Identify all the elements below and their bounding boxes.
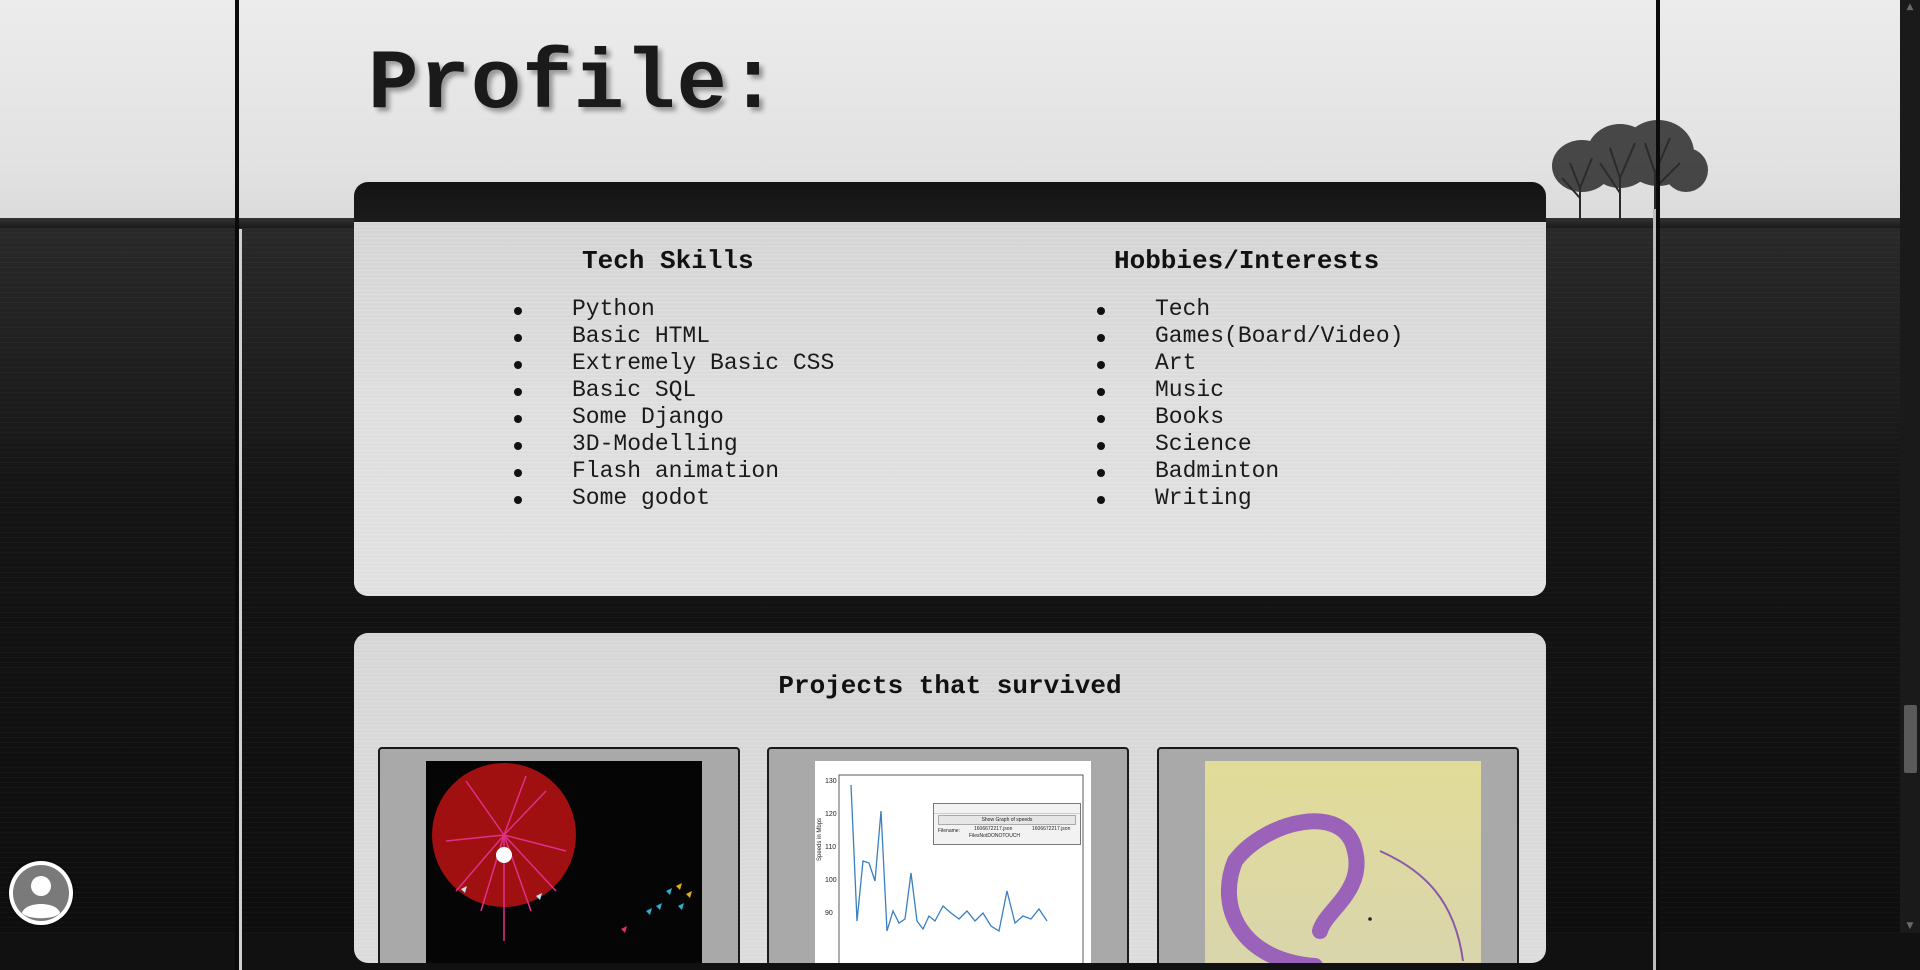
y-tick-label: 130 (825, 778, 837, 785)
list-item: 3D-Modelling (514, 431, 834, 458)
list-item: Science (1097, 431, 1403, 458)
mini-window-titlebar (934, 804, 1080, 814)
y-tick-label: 120 (825, 811, 837, 818)
projects-heading: Projects that survived (778, 671, 1122, 701)
scrollbar-thumb[interactable] (1904, 705, 1917, 773)
project-tile[interactable] (378, 747, 740, 963)
mini-window: Show Graph of speeds Filename: 160667221… (933, 803, 1081, 845)
list-item: Basic SQL (514, 377, 834, 404)
list-item: Art (1097, 350, 1403, 377)
list-item: Badminton (1097, 458, 1403, 485)
page-title: Profile: (368, 38, 780, 133)
y-tick-label: 110 (825, 844, 837, 851)
scroll-down-icon[interactable]: ▼ (1900, 919, 1920, 933)
list-item: Python (514, 296, 834, 323)
y-tick-label: 90 (825, 910, 833, 917)
card-body: Tech Skills Python Basic HTML Extremely … (354, 222, 1546, 596)
list-item: Games(Board/Video) (1097, 323, 1403, 350)
list-item: Books (1097, 404, 1403, 431)
y-axis-label: Speeds in Mbps (817, 817, 823, 861)
project-tile[interactable] (1157, 747, 1519, 963)
projects-card: Projects that survived Speeds in Mbps 13… (354, 633, 1546, 963)
scroll-up-icon[interactable]: ▲ (1900, 0, 1920, 14)
list-item: Some godot (514, 485, 834, 512)
filename-value: 1606672217.json (1032, 826, 1071, 832)
list-item: Extremely Basic CSS (514, 350, 834, 377)
tech-skills-heading: Tech Skills (582, 246, 754, 276)
filename-value: 1606672217.json (974, 826, 1013, 832)
card-dark-band (354, 182, 1546, 226)
user-avatar-icon[interactable] (9, 861, 73, 925)
hobbies-list: Tech Games(Board/Video) Art Music Books … (1097, 296, 1403, 512)
hobbies-heading: Hobbies/Interests (1114, 246, 1380, 276)
list-item: Basic HTML (514, 323, 834, 350)
list-item: Flash animation (514, 458, 834, 485)
page-scrollbar[interactable]: ▲ ▼ (1900, 0, 1920, 933)
show-graph-button: Show Graph of speeds (938, 815, 1076, 825)
list-item: Some Django (514, 404, 834, 431)
y-tick-label: 100 (825, 877, 837, 884)
project-tile[interactable]: Speeds in Mbps 130 120 110 100 90 Show G… (767, 747, 1129, 963)
skills-card: Tech Skills Python Basic HTML Extremely … (354, 182, 1546, 596)
list-item: Tech (1097, 296, 1403, 323)
list-item: Music (1097, 377, 1403, 404)
tech-skills-list: Python Basic HTML Extremely Basic CSS Ba… (514, 296, 834, 512)
filename-value: FilesNotDONOTOUCH (969, 833, 1021, 839)
list-item: Writing (1097, 485, 1403, 512)
filename-label: Filename: (938, 828, 960, 834)
